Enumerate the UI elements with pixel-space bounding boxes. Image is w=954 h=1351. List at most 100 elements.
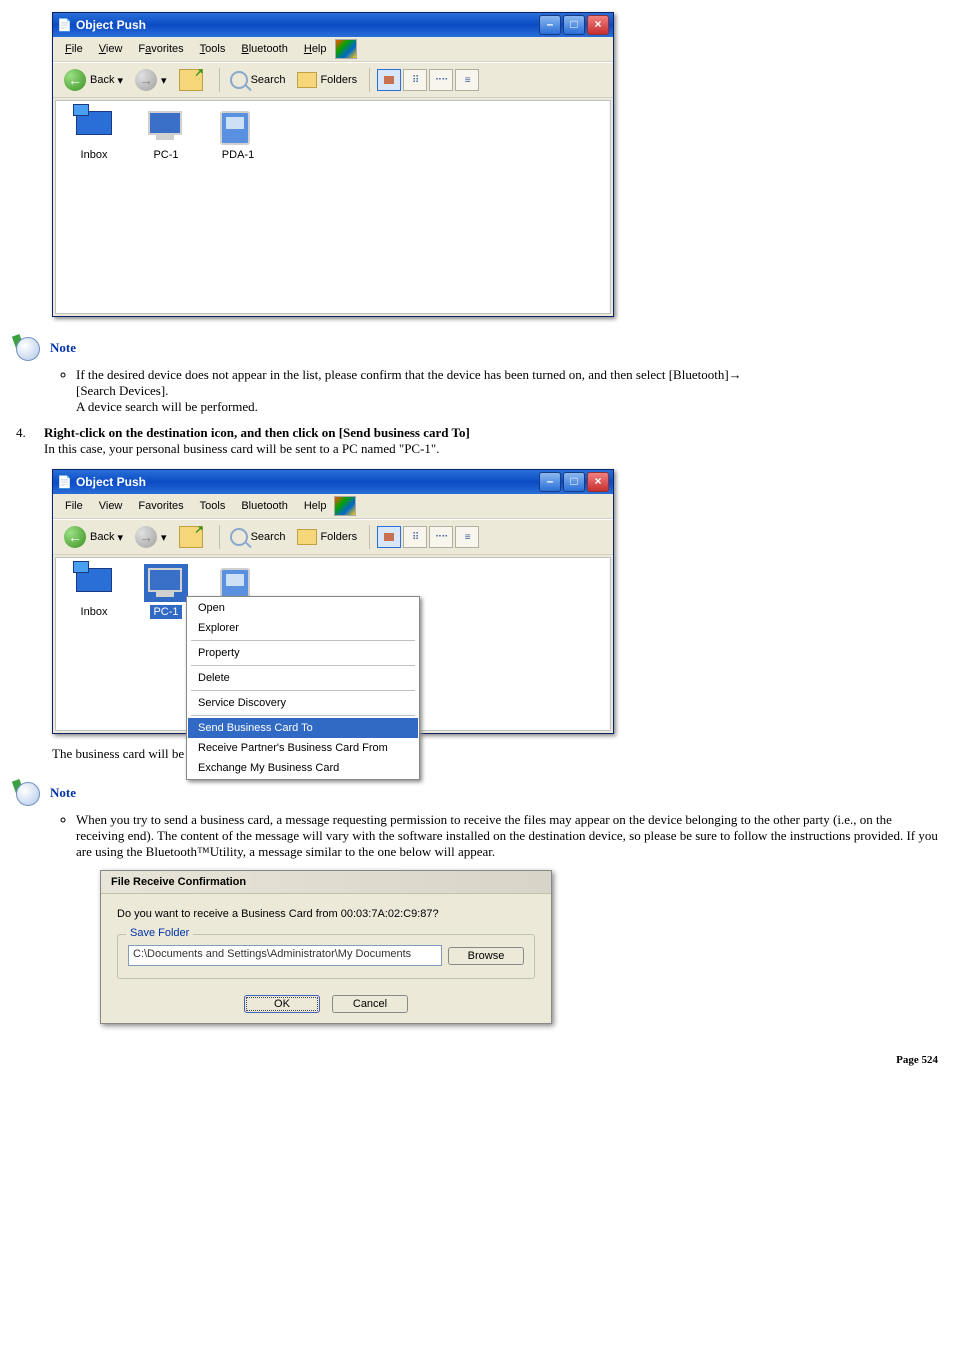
cm-property[interactable]: Property [188,643,418,663]
view-icons-button[interactable] [377,526,401,548]
close-button[interactable]: × [587,472,609,492]
app-icon: 📄 [57,18,72,32]
menu-favorites[interactable]: Favorites [130,41,191,57]
forward-arrow-icon: → [135,526,157,548]
cm-explorer[interactable]: Explorer [188,618,418,638]
view-tiles-button[interactable]: ⠒⠒ [429,69,453,91]
cm-service-discovery[interactable]: Service Discovery [188,693,418,713]
back-button[interactable]: ←Back ▾ [59,524,128,550]
dialog-question: Do you want to receive a Business Card f… [117,908,535,920]
maximize-button[interactable]: □ [563,15,585,35]
menubar: File View Favorites Tools Bluetooth Help [53,37,613,62]
monitor-icon [148,111,182,135]
ok-button[interactable]: OK [244,995,320,1013]
object-push-window-2: 📄 Object Push – □ × File View Favorites … [52,469,614,734]
monitor-icon [148,568,182,592]
inbox-icon [76,568,112,592]
menu-tools[interactable]: Tools [192,41,234,57]
close-button[interactable]: × [587,15,609,35]
back-arrow-icon: ← [64,526,86,548]
cm-exchange[interactable]: Exchange My Business Card [188,758,418,778]
note-item: When you try to send a business card, a … [76,812,942,860]
search-icon [230,71,248,89]
folder-up-icon [179,526,203,548]
menu-file[interactable]: File [57,498,91,514]
note-list-2: When you try to send a business card, a … [52,812,942,860]
save-folder-fieldset: Save Folder C:\Documents and Settings\Ad… [117,934,535,979]
cancel-button[interactable]: Cancel [332,995,408,1013]
browse-button[interactable]: Browse [448,947,524,965]
up-button[interactable] [174,524,212,550]
pda-icon [220,111,250,145]
windows-flag-icon [335,39,357,59]
note-heading-row-2: Note [14,780,942,806]
windows-flag-icon [334,496,356,516]
toolbar: ←Back ▾ →▾ Search Folders ⠿ ⠒⠒ ≡ [53,62,613,98]
search-button[interactable]: Search [225,69,291,91]
note-icon [14,335,40,361]
menu-view[interactable]: View [91,498,131,514]
page-footer: Page 524 [12,1054,942,1066]
menubar: File View Favorites Tools Bluetooth Help [53,494,613,519]
file-receive-confirmation-dialog: File Receive Confirmation Do you want to… [100,870,552,1024]
step-desc: In this case, your personal business car… [44,441,440,456]
minimize-button[interactable]: – [539,15,561,35]
inbox-icon [76,111,112,135]
note-item: If the desired device does not appear in… [76,367,942,415]
forward-button[interactable]: →▾ [130,524,172,550]
dialog-title: File Receive Confirmation [101,871,551,894]
menu-tools[interactable]: Tools [192,498,234,514]
context-menu: Open Explorer Property Delete Service Di… [186,596,420,780]
minimize-button[interactable]: – [539,472,561,492]
cm-delete[interactable]: Delete [188,668,418,688]
fieldset-legend: Save Folder [126,927,193,939]
step-4: 4. Right-click on the destination icon, … [12,425,942,457]
device-pc1[interactable]: PC-1 [134,107,198,162]
note-list: If the desired device does not appear in… [52,367,942,415]
cm-send-business-card[interactable]: Send Business Card To [188,718,418,738]
folders-icon [297,529,317,545]
view-list-button[interactable]: ⠿ [403,526,427,548]
menu-help[interactable]: Help [296,41,335,57]
menu-favorites[interactable]: Favorites [130,498,191,514]
folder-up-icon [179,69,203,91]
device-inbox[interactable]: Inbox [62,107,126,162]
step-number: 4. [12,425,44,457]
titlebar: 📄 Object Push – □ × [53,470,613,494]
folders-button[interactable]: Folders [292,70,362,90]
cm-open[interactable]: Open [188,598,418,618]
cm-receive-partners[interactable]: Receive Partner's Business Card From [188,738,418,758]
device-pda1[interactable]: PDA-1 [206,107,270,162]
note-icon [14,780,40,806]
content-area: Inbox PC-1 PDA-1 [55,100,611,314]
forward-button[interactable]: →▾ [130,67,172,93]
title-text: Object Push [76,18,146,32]
step-title: Right-click on the destination icon, and… [44,425,470,440]
menu-help[interactable]: Help [296,498,335,514]
menu-view[interactable]: View [91,41,131,57]
view-details-button[interactable]: ≡ [455,526,479,548]
menu-bluetooth[interactable]: Bluetooth [233,498,295,514]
note-heading-row: Note [14,335,942,361]
view-details-button[interactable]: ≡ [455,69,479,91]
note-label: Note [50,340,76,356]
view-icons-button[interactable] [377,69,401,91]
search-icon [230,528,248,546]
title-text: Object Push [76,475,146,489]
up-button[interactable] [174,67,212,93]
folders-icon [297,72,317,88]
back-button[interactable]: ←Back ▾ [59,67,128,93]
note-label: Note [50,785,76,801]
save-path-field[interactable]: C:\Documents and Settings\Administrator\… [128,945,442,966]
view-list-button[interactable]: ⠿ [403,69,427,91]
device-inbox[interactable]: Inbox [62,564,126,619]
view-tiles-button[interactable]: ⠒⠒ [429,526,453,548]
app-icon: 📄 [57,475,72,489]
menu-file[interactable]: File [57,41,91,57]
maximize-button[interactable]: □ [563,472,585,492]
folders-button[interactable]: Folders [292,527,362,547]
content-area: Inbox PC-1 PDA-1 Open Explorer Property … [55,557,611,731]
menu-bluetooth[interactable]: Bluetooth [233,41,296,57]
back-arrow-icon: ← [64,69,86,91]
search-button[interactable]: Search [225,526,291,548]
